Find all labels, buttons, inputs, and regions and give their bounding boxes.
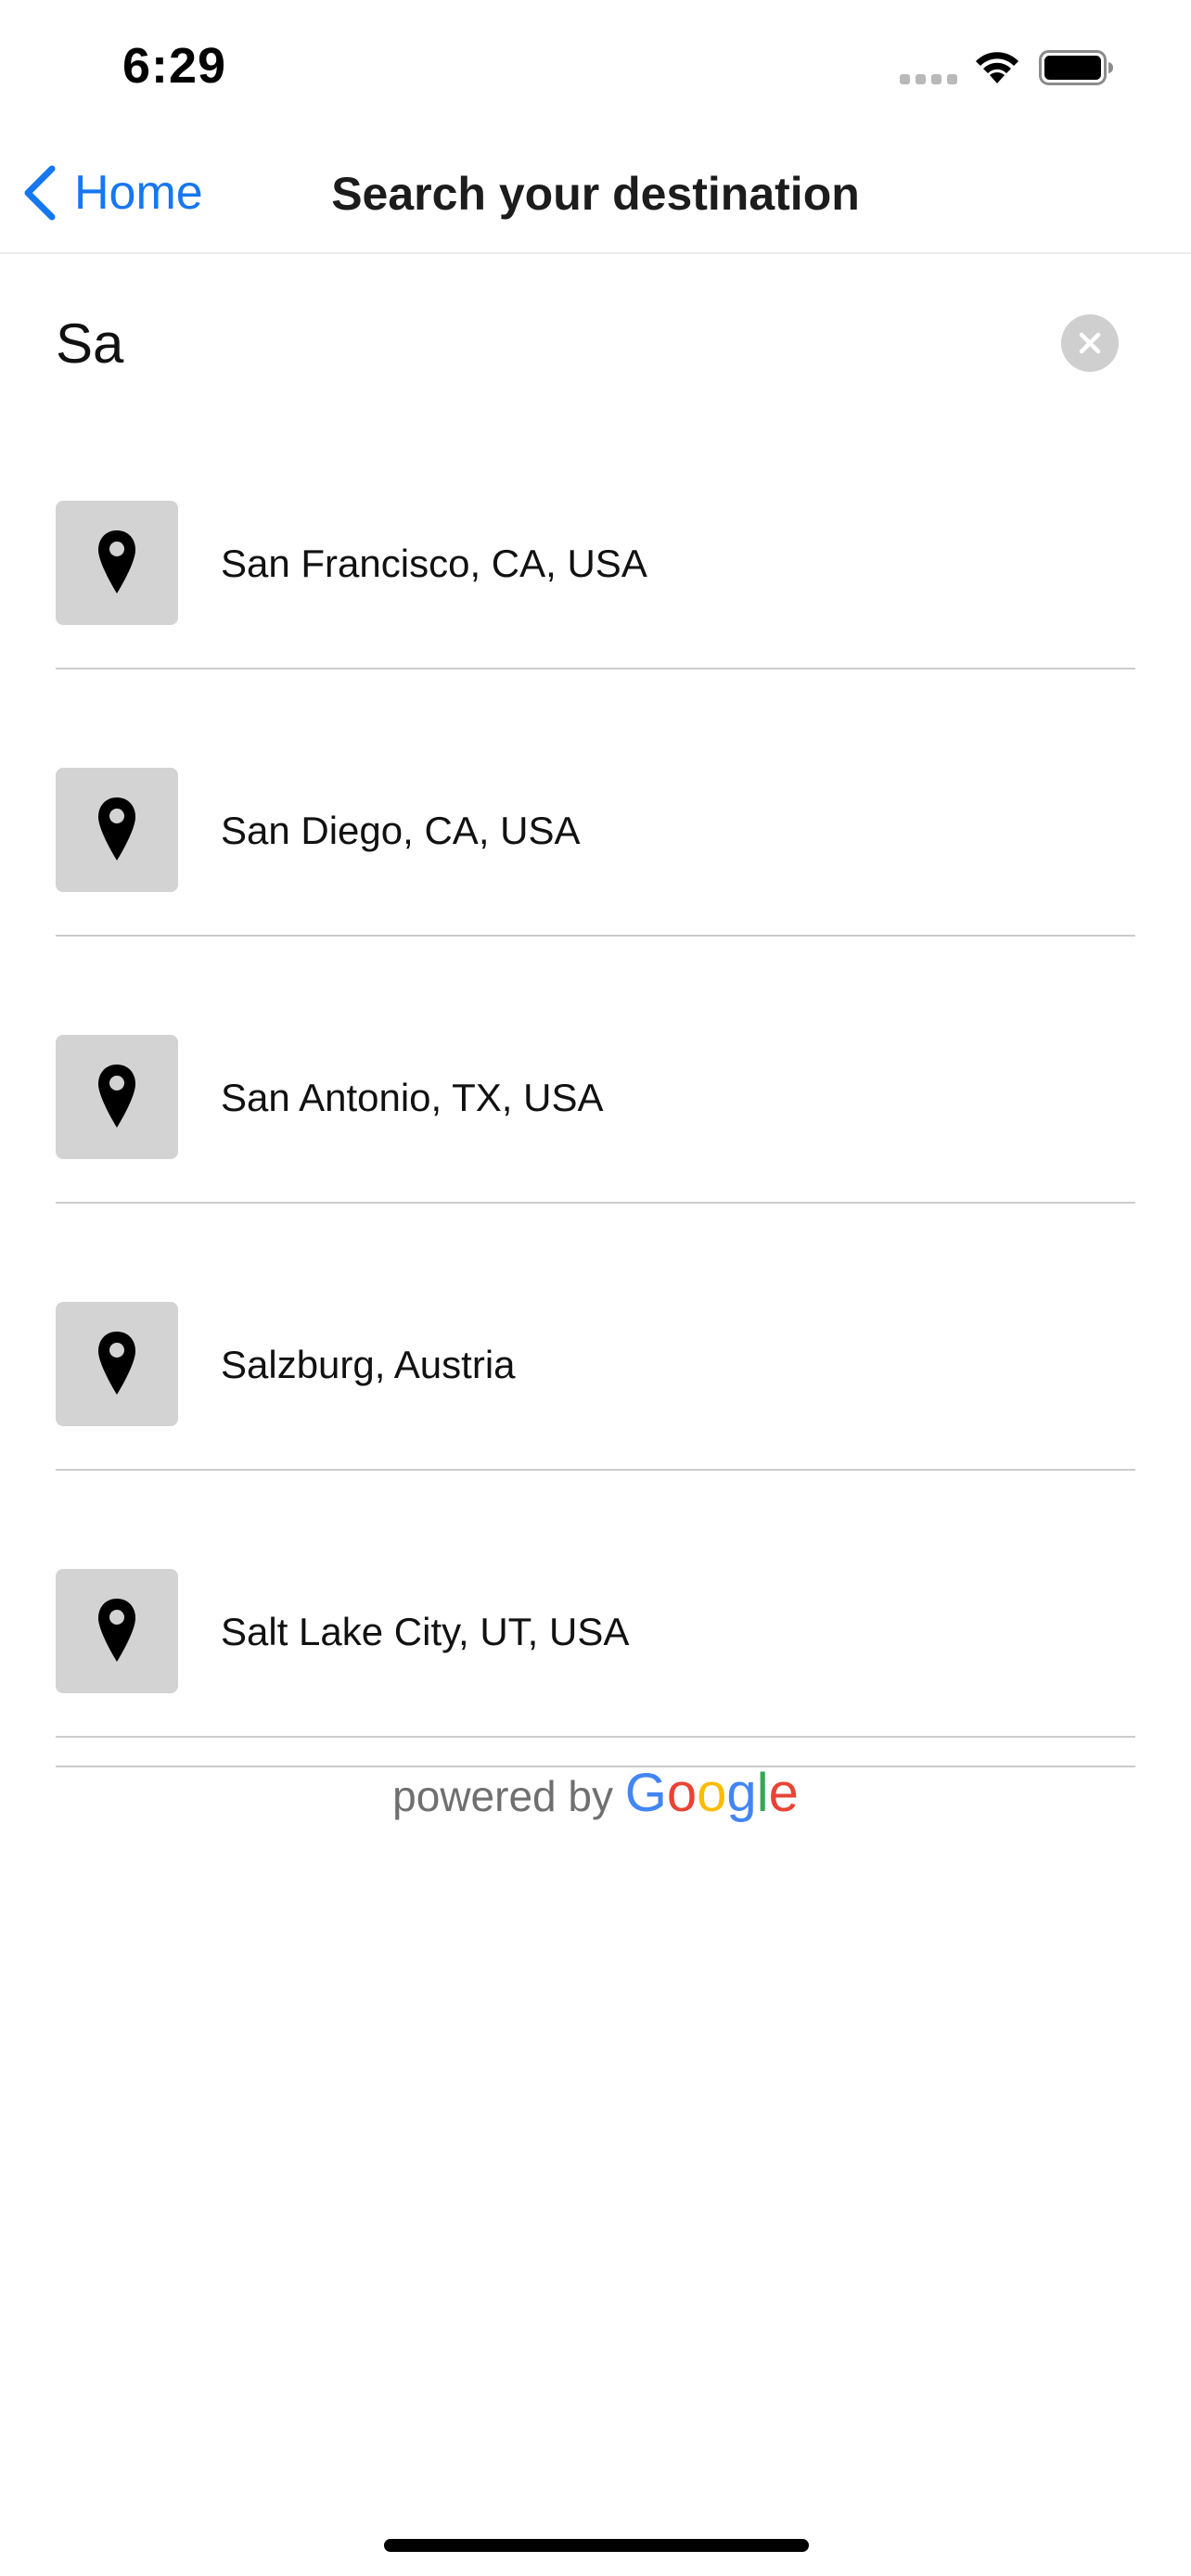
clear-search-button[interactable] bbox=[1061, 314, 1119, 372]
status-bar: 6:29 bbox=[0, 0, 1191, 130]
google-letter: e bbox=[768, 1763, 799, 1823]
list-item[interactable]: San Diego, CA, USA bbox=[56, 670, 1135, 937]
map-pin-icon bbox=[98, 530, 135, 593]
powered-by-text: powered by bbox=[392, 1772, 613, 1820]
map-pin-icon bbox=[98, 797, 135, 861]
status-time: 6:29 bbox=[122, 38, 227, 94]
powered-by-google: powered by Google bbox=[0, 1762, 1191, 1824]
wifi-icon bbox=[976, 52, 1018, 83]
google-letter: G bbox=[624, 1763, 667, 1823]
list-item[interactable]: Salzburg, Austria bbox=[56, 1204, 1135, 1471]
search-row bbox=[0, 278, 1191, 408]
close-icon bbox=[1079, 332, 1101, 354]
google-letter: l bbox=[756, 1763, 769, 1823]
google-letter: o bbox=[666, 1763, 698, 1823]
home-indicator[interactable] bbox=[384, 2539, 809, 2552]
pin-tile bbox=[56, 501, 178, 625]
results-list: San Francisco, CA, USA San Diego, CA, US… bbox=[56, 469, 1135, 1738]
battery-icon bbox=[1039, 50, 1113, 85]
page-title-text: Search your destination bbox=[331, 168, 860, 220]
result-label: Salt Lake City, UT, USA bbox=[221, 1610, 630, 1653]
pin-tile bbox=[56, 1302, 178, 1426]
map-pin-icon bbox=[98, 1332, 135, 1395]
google-letter: o bbox=[697, 1763, 727, 1823]
result-label: San Francisco, CA, USA bbox=[221, 542, 647, 585]
list-item[interactable]: San Antonio, TX, USA bbox=[56, 937, 1135, 1204]
pin-tile bbox=[56, 768, 178, 892]
list-item[interactable]: San Francisco, CA, USA bbox=[56, 469, 1135, 670]
pin-tile bbox=[56, 1569, 178, 1693]
list-item[interactable]: Salt Lake City, UT, USA bbox=[56, 1471, 1135, 1738]
result-label: Salzburg, Austria bbox=[221, 1343, 516, 1386]
cellular-signal-icon bbox=[900, 74, 957, 85]
map-pin-icon bbox=[98, 1599, 135, 1662]
google-logo: Google bbox=[625, 1763, 799, 1823]
google-letter: g bbox=[726, 1763, 757, 1823]
page-title: Search your destination bbox=[0, 167, 1191, 221]
result-label: San Diego, CA, USA bbox=[221, 809, 581, 852]
pin-tile bbox=[56, 1035, 178, 1159]
map-pin-icon bbox=[98, 1065, 135, 1128]
navigation-bar: Home Search your destination bbox=[0, 130, 1191, 254]
result-label: San Antonio, TX, USA bbox=[221, 1076, 604, 1119]
search-input[interactable] bbox=[56, 306, 1039, 380]
